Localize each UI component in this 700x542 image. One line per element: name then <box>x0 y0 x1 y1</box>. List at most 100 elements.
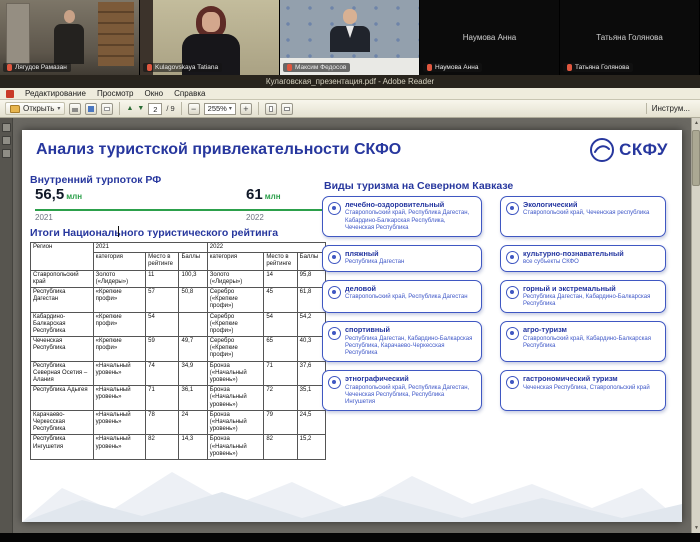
participant-tile[interactable]: Лягудов Рамазан <box>0 0 140 75</box>
cell: Республика Северная Осетия – Алания <box>31 361 94 386</box>
cell: Республика Ингушетия <box>31 435 94 460</box>
menu-view[interactable]: Просмотр <box>97 89 134 98</box>
tourism-type-title: Экологический <box>523 201 649 209</box>
tourism-box: культурно-познавательный все субъекты СК… <box>500 245 666 272</box>
open-folder-icon <box>10 105 20 113</box>
tourism-type-title: деловой <box>345 285 468 293</box>
cell: 71 <box>264 361 297 386</box>
participant-tile[interactable]: Татьяна Голянова Татьяна Голянова <box>560 0 700 75</box>
participant-name: Максим Федосов <box>295 64 346 71</box>
cell: «Начальный уровень» <box>93 361 146 386</box>
tourism-type-regions: Ставропольский край, Чеченская республик… <box>523 210 649 217</box>
cell: 78 <box>146 410 179 435</box>
tourism-type-regions: Республика Дагестан, Кабардино-Балкарска… <box>523 294 660 308</box>
menu-window[interactable]: Окно <box>145 89 164 98</box>
table-row: Чеченская Республика «Крепкие профи» 59 … <box>31 337 326 362</box>
tourism-box: деловой Ставропольский край, Республика … <box>322 280 482 314</box>
gastronomy-cutlery-icon <box>506 376 519 389</box>
cell: Бронза («Начальный уровень») <box>207 361 264 386</box>
participant-silhouette <box>327 9 373 61</box>
attachments-panel-icon[interactable] <box>2 149 11 158</box>
tourism-type-title: этнографический <box>345 375 476 383</box>
tourism-type-regions: Ставропольский край, Республика Дагестан <box>345 294 468 301</box>
mic-muted-icon <box>427 64 432 71</box>
cell <box>179 312 207 337</box>
pages-panel-icon[interactable] <box>2 123 11 132</box>
cell: Серебро («Крепкие профи») <box>207 337 264 362</box>
single-page-mode-icon[interactable] <box>281 103 293 115</box>
cell: Карачаево-Черкесская Республика <box>31 410 94 435</box>
cell: 50,8 <box>179 287 207 312</box>
cell: Серебро («Крепкие профи») <box>207 287 264 312</box>
scrollbar-thumb[interactable] <box>692 130 700 186</box>
tourism-type-title: культурно-познавательный <box>523 250 624 258</box>
bookmarks-panel-icon[interactable] <box>2 136 11 145</box>
col-header-2021: 2021 <box>93 243 207 253</box>
open-label: Открыть <box>23 104 54 113</box>
participant-name-tag: Максим Федосов <box>283 63 350 72</box>
col-header-2022: 2022 <box>207 243 325 253</box>
email-icon[interactable] <box>101 103 113 115</box>
cell: Республика Адыгея <box>31 386 94 411</box>
participant-name-tag: Наумова Анна <box>423 63 482 72</box>
slide-title: Анализ туристской привлекательности СКФО <box>36 141 476 159</box>
page-number-input[interactable]: 2 <box>148 103 162 115</box>
document-area: Анализ туристской привлекательности СКФО… <box>0 118 700 533</box>
cell: Бронза («Начальный уровень») <box>207 386 264 411</box>
tourism-type-regions: Республика Дагестан, Кабардино-Балкарска… <box>345 336 476 358</box>
tourism-type-regions: Чеченская Республика, Ставропольский кра… <box>523 385 650 392</box>
tourism-type-title: спортивный <box>345 326 476 334</box>
menu-help[interactable]: Справка <box>174 89 205 98</box>
tourism-type-regions: Ставропольский край, Кабардино-Балкарска… <box>523 336 660 350</box>
next-page-button[interactable]: ▼ <box>137 105 144 112</box>
participant-tile[interactable]: Максим Федосов <box>280 0 420 75</box>
scroll-down-arrow[interactable]: ▼ <box>692 523 700 533</box>
participant-name-tag: Лягудов Рамазан <box>3 63 71 72</box>
rating-table: Регион 2021 2022 категория Место в рейти… <box>30 242 326 460</box>
menu-bar: Редактирование Просмотр Окно Справка <box>0 88 700 100</box>
zoom-out-button[interactable]: − <box>188 103 200 115</box>
mic-muted-icon <box>7 64 12 71</box>
cell: «Крепкие профи» <box>93 287 146 312</box>
ethno-ornament-icon <box>328 376 341 389</box>
culture-museum-icon <box>506 251 519 264</box>
col-header-category: категория <box>93 253 146 270</box>
year-2021-label: 2021 <box>35 213 53 222</box>
zoom-level-select[interactable]: 255% ▾ <box>204 103 236 115</box>
open-button[interactable]: Открыть ▾ <box>5 102 65 115</box>
participant-name: Татьяна Голянова <box>575 64 629 71</box>
text-cursor-ibeam <box>118 226 119 237</box>
save-icon[interactable] <box>85 103 97 115</box>
previous-page-button[interactable]: ▲ <box>126 105 133 112</box>
cell: Бронза («Начальный уровень») <box>207 410 264 435</box>
vertical-scrollbar[interactable]: ▲ ▼ <box>691 118 700 533</box>
tourism-box: Экологический Ставропольский край, Чечен… <box>500 196 666 237</box>
table-row: Кабардино-Балкарская Республика «Крепкие… <box>31 312 326 337</box>
zoom-in-button[interactable]: + <box>240 103 252 115</box>
scroll-up-arrow[interactable]: ▲ <box>692 118 700 128</box>
menu-edit[interactable]: Редактирование <box>25 89 86 98</box>
table-header-row: Регион 2021 2022 <box>31 243 326 253</box>
participant-tile[interactable]: Kulagovskaya Tatiana <box>140 0 280 75</box>
participant-name: Лягудов Рамазан <box>15 64 67 71</box>
cell: 54 <box>146 312 179 337</box>
rating-heading: Итоги Национального туристического рейти… <box>30 227 278 239</box>
screen: Лягудов Рамазан Kulagovskaya Tatiana Мак… <box>0 0 700 542</box>
participant-name-tag: Kulagovskaya Tatiana <box>143 63 222 72</box>
table-row: Республика Адыгея «Начальный уровень» 71… <box>31 386 326 411</box>
tools-panel-button[interactable]: Инструм... <box>646 103 695 114</box>
cell: 11 <box>146 270 179 287</box>
cell: Кабардино-Балкарская Республика <box>31 312 94 337</box>
scrolling-mode-icon[interactable] <box>265 103 277 115</box>
tourism-box: спортивный Республика Дагестан, Кабардин… <box>322 321 482 362</box>
zoom-value: 255% <box>208 104 227 113</box>
cell: 15,2 <box>297 435 325 460</box>
toolbar-separator <box>119 102 120 115</box>
taskbar-strip <box>0 533 700 542</box>
page-count-label: / 9 <box>166 104 174 113</box>
cell: 57 <box>146 287 179 312</box>
print-icon[interactable] <box>69 103 81 115</box>
ncfu-emblem-icon <box>589 137 615 163</box>
window-titlebar[interactable]: Кулаговская_презентация.pdf - Adobe Read… <box>0 75 700 88</box>
participant-tile[interactable]: Наумова Анна Наумова Анна <box>420 0 560 75</box>
